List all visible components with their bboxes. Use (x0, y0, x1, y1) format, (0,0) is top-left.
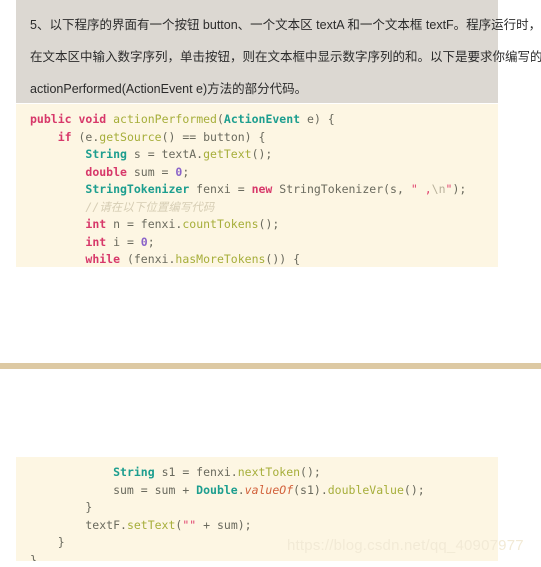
code-token-fn: actionPerformed (113, 112, 217, 126)
code-token-pln: ); (452, 182, 467, 196)
section-separator (0, 363, 541, 369)
code-token-pln: n = fenxi. (106, 217, 183, 231)
code-line: } (16, 534, 498, 552)
code-token-pln: } (30, 552, 37, 562)
code-token-pln: s1 = fenxi. (154, 465, 238, 479)
code-line: String s1 = fenxi.nextToken(); (16, 464, 498, 482)
code-token-typ: StringTokenizer (85, 182, 190, 196)
code-token-strq: , (424, 182, 432, 196)
code-token-fn: setText (126, 517, 176, 532)
code-line: textF.setText("" + sum); (16, 517, 498, 535)
code-token-kw: if (57, 129, 72, 144)
code-token-pln: StringTokenizer(s, (272, 182, 411, 196)
code-token-pln (30, 182, 85, 196)
code-token-pln: ; (182, 164, 190, 179)
code-token-pln: + sum); (196, 517, 252, 532)
code-token-pln: ()) { (265, 252, 301, 266)
code-token-strq: "" (182, 517, 197, 532)
code-line: String s = textA.getText(); (16, 146, 498, 164)
code-token-typ: String (85, 147, 127, 161)
code-token-pln: ; (147, 234, 155, 249)
code-token-str: \n (431, 182, 446, 196)
code-token-fn-i: valueOf (244, 482, 294, 497)
code-token-pln: } (30, 500, 93, 514)
code-token-pln (30, 217, 85, 231)
code-token-pln: s = textA. (126, 147, 204, 161)
question-line: 5、以下程序的界面有一个按钮 button、一个文本区 textA 和一个文本框… (30, 18, 541, 32)
code-token-pln (30, 165, 85, 179)
code-line: int n = fenxi.countTokens(); (16, 216, 498, 234)
code-token-pln: (fenxi. (120, 252, 176, 266)
code-line: public void actionPerformed(ActionEvent … (16, 111, 498, 129)
code-line: int i = 0; (16, 234, 498, 252)
code-token-pln: () == button) { (161, 129, 266, 144)
code-token-pln: } (30, 535, 65, 549)
code-token-kw: double (85, 164, 127, 179)
code-token-fn: nextToken (237, 465, 301, 479)
code-token-pln: (); (251, 147, 273, 161)
code-token-kw: int (85, 217, 107, 231)
code-token-pln: (); (403, 482, 425, 497)
code-token-pln (30, 200, 85, 214)
code-line: double sum = 0; (16, 164, 498, 182)
code-block-top[interactable]: public void actionPerformed(ActionEvent … (16, 104, 498, 267)
code-token-kw: new (251, 182, 273, 196)
code-token-pln: sum = (126, 164, 176, 179)
code-token-pln (30, 130, 58, 144)
code-token-fn: doubleValue (327, 482, 404, 497)
question-line: 在文本区中输入数字序列，单击按钮，则在文本框中显示数字序列的和。以下是要求你编写… (30, 50, 541, 64)
code-token-typ: Double (196, 482, 238, 497)
code-line: StringTokenizer fenxi = new StringTokeni… (16, 181, 498, 199)
code-token-kw: public (30, 112, 72, 126)
code-line: sum = sum + Double.valueOf(s1).doubleVal… (16, 482, 498, 500)
code-token-kw: int (85, 234, 107, 249)
code-token-pln: (e. (71, 129, 100, 144)
code-token-pln: i = (106, 234, 141, 249)
code-token-strq: " (410, 182, 418, 196)
code-line: //请在以下位置编写代码 (16, 199, 498, 217)
code-token-pln: ( (216, 112, 224, 126)
question-text-block: 5、以下程序的界面有一个按钮 button、一个文本区 textA 和一个文本框… (16, 0, 541, 103)
code-block-bottom[interactable]: String s1 = fenxi.nextToken(); sum = sum… (16, 457, 498, 561)
code-token-pln (30, 465, 113, 479)
code-line: while (fenxi.hasMoreTokens()) { (16, 251, 498, 267)
code-token-cmt: //请在以下位置编写代码 (85, 199, 215, 214)
code-line: } (16, 499, 498, 517)
code-token-pln: fenxi = (189, 182, 252, 196)
code-token-pln: e) { (300, 112, 335, 126)
code-token-fn: getText (203, 147, 252, 161)
code-token-pln: (s1). (293, 482, 328, 497)
code-token-typ: ActionEvent (223, 112, 301, 126)
code-token-pln: (); (258, 217, 280, 231)
code-token-pln (30, 252, 85, 266)
code-line: if (e.getSource() == button) { (16, 129, 498, 147)
code-token-fn: hasMoreTokens (175, 252, 266, 266)
code-token-num: 0 (140, 234, 148, 249)
code-token-pln: . (237, 482, 245, 497)
code-token-fn: countTokens (182, 217, 259, 231)
code-token-kw: void (78, 112, 107, 126)
question-line: actionPerformed(ActionEvent e)方法的部分代码。 (30, 82, 308, 96)
code-token-typ: String (113, 465, 155, 479)
code-token-pln: sum = sum + (30, 482, 197, 497)
code-token-pln: textF. (30, 517, 127, 532)
code-token-str (418, 182, 425, 196)
code-line: } (16, 552, 498, 562)
code-token-pln: (); (300, 465, 321, 479)
code-token-kw: while (85, 252, 121, 266)
code-token-pln (30, 147, 85, 161)
code-token-pln (30, 235, 85, 249)
code-token-fn: getSource (99, 129, 162, 144)
